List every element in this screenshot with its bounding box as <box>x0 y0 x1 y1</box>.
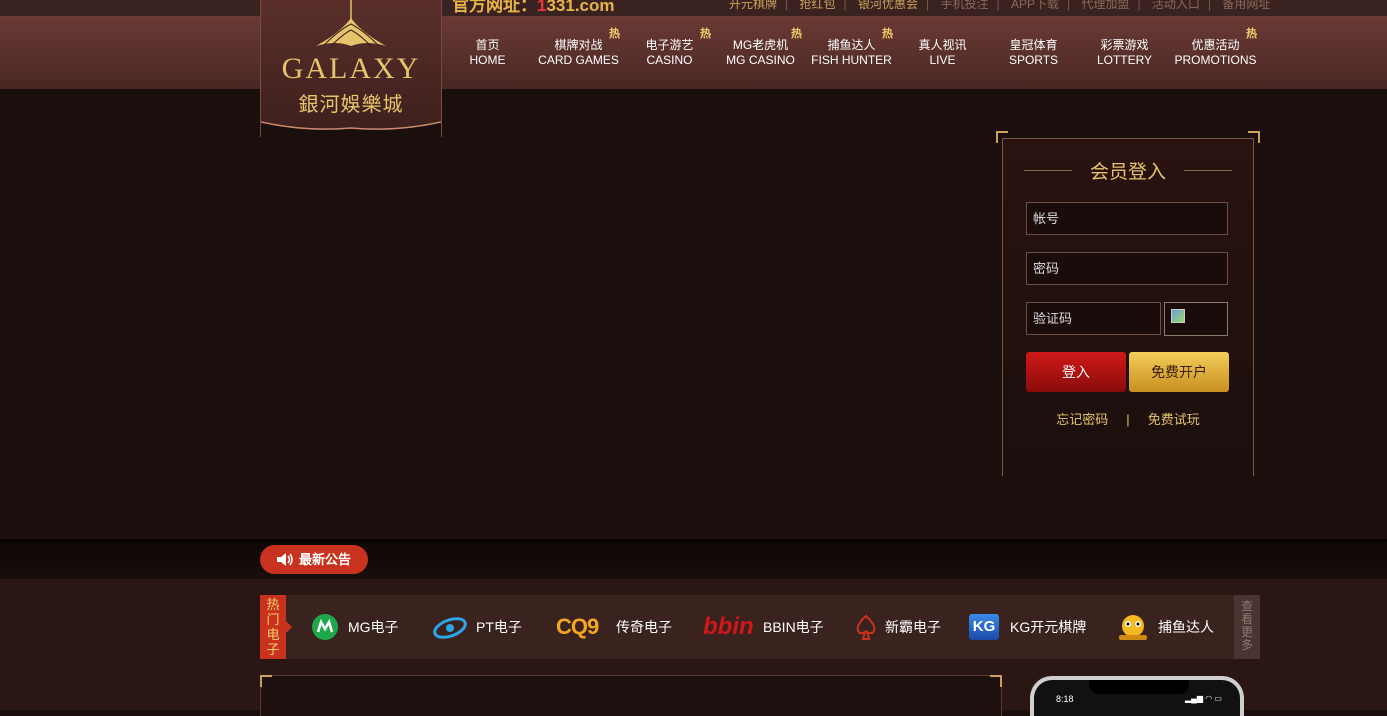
speaker-icon <box>277 553 293 566</box>
password-field[interactable]: 密码 <box>1026 252 1228 285</box>
cq9-logo-icon: CQ9 <box>556 614 599 639</box>
hot-tag-char: 门 <box>266 612 280 627</box>
top-link-events[interactable]: 活动入口 <box>1152 0 1200 11</box>
top-link-vip[interactable]: 银河优惠会 <box>858 0 918 11</box>
hot-tag-char: 热 <box>266 597 280 612</box>
nav-lottery[interactable]: 彩票游戏 LOTTERY <box>1079 16 1170 89</box>
nav-sports[interactable]: 皇冠体育 SPORTS <box>988 16 1079 89</box>
top-link-app[interactable]: APP下载 <box>1011 0 1059 11</box>
mg-logo-icon <box>312 614 338 640</box>
fish-hunter-logo-icon <box>1119 615 1147 640</box>
game-kg[interactable]: KG KG开元棋牌 <box>967 595 1097 659</box>
broken-image-icon <box>1171 309 1185 323</box>
captcha-image[interactable] <box>1164 302 1228 336</box>
hot-tag-char: 子 <box>266 642 280 657</box>
top-link-mobile[interactable]: 手机投注 <box>940 0 988 11</box>
top-link-kaiyuan[interactable]: 开元棋牌 <box>729 0 777 11</box>
game-mg[interactable]: MG电子 <box>311 595 411 659</box>
phone-time: 8:18 <box>1056 694 1074 704</box>
phone-mockup: 8:18 ▂▄▆ ◠ ▭ <box>1030 676 1244 716</box>
nav-live[interactable]: 真人视讯 LIVE <box>897 16 988 89</box>
game-fish[interactable]: 捕鱼达人 <box>1116 595 1226 659</box>
logo-subtitle: 銀河娛樂城 <box>298 94 404 116</box>
view-more-char: 多 <box>1240 638 1253 652</box>
top-link-redpacket[interactable]: 抢红包 <box>799 0 835 11</box>
game-cq9[interactable]: CQ9 传奇电子 <box>556 595 686 659</box>
top-link-backup[interactable]: 备用网址 <box>1222 0 1270 11</box>
logo[interactable]: GALAXY 銀河娛樂城 <box>260 0 442 137</box>
notice-badge[interactable]: 最新公告 <box>260 545 368 574</box>
notice-strip <box>0 539 1387 582</box>
login-title: 会员登入 <box>1089 162 1166 183</box>
top-bar: 官方网址：1331.com 开元棋牌 | 抢红包 | 银河优惠会 | 手机投注 | AP… <box>0 0 1387 16</box>
nav-fish-hunter[interactable]: 热捕鱼达人 FISH HUNTER <box>806 16 897 89</box>
phone-status-icons: ▂▄▆ ◠ ▭ <box>1185 694 1222 703</box>
logo-text: GALAXY <box>281 52 421 85</box>
hot-games-tag: 热门电子 <box>260 595 286 659</box>
hot-tag-char: 电 <box>266 627 280 642</box>
register-button[interactable]: 免费开户 <box>1129 352 1229 392</box>
login-button[interactable]: 登入 <box>1026 352 1126 392</box>
nav-promotions[interactable]: 热优惠活动 PROMOTIONS <box>1170 16 1261 89</box>
captcha-field[interactable]: 验证码 <box>1026 302 1161 335</box>
top-links: 开元棋牌 | 抢红包 | 银河优惠会 | 手机投注 | APP下载 | 代理加盟 | 活动入… <box>729 0 1270 12</box>
forgot-password-link[interactable]: 忘记密码 <box>1056 412 1108 427</box>
free-trial-link[interactable]: 免费试玩 <box>1148 412 1200 427</box>
game-xinba[interactable]: 新霸电子 <box>852 595 952 659</box>
login-links: 忘记密码 | 免费试玩 <box>1056 412 1200 427</box>
nav-mg-casino[interactable]: 热 MG老虎机 MG CASINO <box>715 16 806 89</box>
spade-logo-icon <box>856 614 876 640</box>
nav-casino[interactable]: 热电子游艺 CASINO <box>624 16 715 89</box>
username-field[interactable]: 帐号 <box>1026 202 1228 235</box>
bbin-logo-icon: bbin <box>703 613 754 640</box>
game-pt[interactable]: PT电子 <box>432 595 532 659</box>
kg-logo-icon: KG <box>969 614 999 640</box>
nav-card-games[interactable]: 热棋牌对战 CARD GAMES <box>533 16 624 89</box>
pt-logo-icon <box>433 617 467 639</box>
view-more-button[interactable]: 查看更多 <box>1234 595 1260 659</box>
top-link-agent[interactable]: 代理加盟 <box>1081 0 1129 11</box>
nav-home[interactable]: 首页 HOME <box>442 16 533 89</box>
game-bbin[interactable]: bbin BBIN电子 <box>703 595 833 659</box>
login-panel: 会员登入 帐号 密码 验证码 登入 免费开户 忘记密码 | 免费试玩 <box>996 131 1260 476</box>
official-url: 官方网址：1331.com <box>452 0 615 15</box>
